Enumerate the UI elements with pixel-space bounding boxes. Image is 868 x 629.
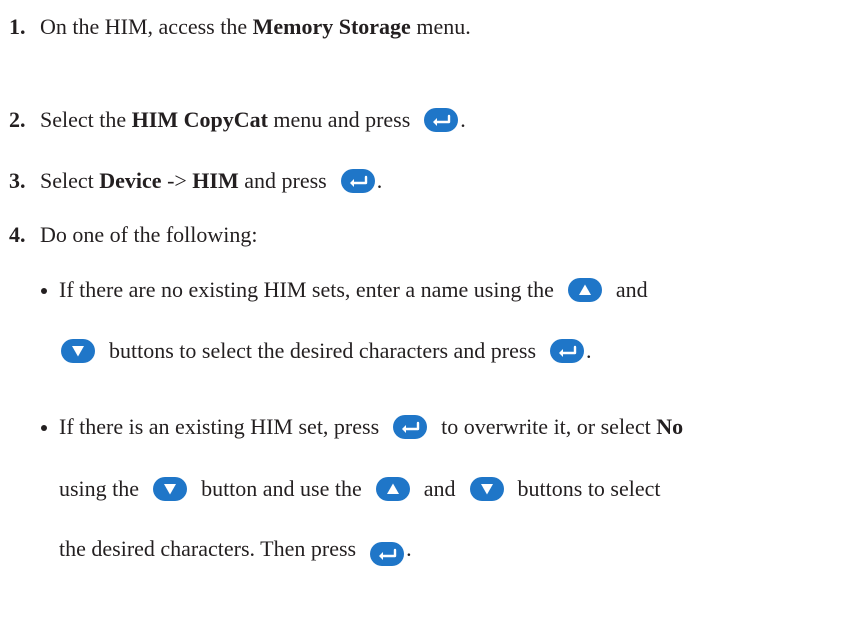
step-number: 2. xyxy=(9,107,26,132)
menu-name: HIM CopyCat xyxy=(131,107,268,132)
step-3: 3. Select Device -> HIM and press . xyxy=(9,166,382,196)
bullet-text: and xyxy=(423,476,456,501)
menu-name: Memory Storage xyxy=(252,14,411,39)
bullet-text: button and use the xyxy=(201,476,362,501)
bullet-2: If there is an existing HIM set, press t… xyxy=(41,412,683,442)
step-number: 4. xyxy=(9,222,26,247)
enter-arrow-icon xyxy=(340,169,375,193)
bullet-text: buttons to select xyxy=(517,476,661,501)
enter-arrow-icon xyxy=(393,415,428,439)
period: . xyxy=(460,107,466,132)
bullet-dot xyxy=(41,288,47,294)
step-number: 1. xyxy=(9,14,26,39)
step-4: 4. Do one of the following: xyxy=(9,220,258,250)
step-text: -> xyxy=(161,168,193,193)
bullet-text: and xyxy=(615,277,648,302)
bullet-dot xyxy=(41,425,47,431)
bullet-2-continued-2: the desired characters. Then press . xyxy=(59,534,412,566)
enter-arrow-icon xyxy=(424,108,459,132)
bullet-text: If there is an existing HIM set, press xyxy=(59,414,380,439)
bullet-2-continued: using the button and use the and buttons… xyxy=(59,474,661,504)
step-text: Do one of the following: xyxy=(40,222,258,247)
period: . xyxy=(376,168,383,193)
up-triangle-icon xyxy=(375,477,410,501)
down-triangle-icon xyxy=(469,477,504,501)
procedure-document: 1. On the HIM, access the Memory Storage… xyxy=(0,0,868,629)
step-text: menu and press xyxy=(267,107,411,132)
bullet-1-continued: buttons to select the desired characters… xyxy=(59,336,592,366)
bullet-text: buttons to select the desired characters… xyxy=(109,338,537,363)
enter-arrow-icon xyxy=(550,339,585,363)
step-text: On the HIM, access the xyxy=(40,14,253,39)
bullet-text: If there are no existing HIM sets, enter… xyxy=(59,277,554,302)
option-no: No xyxy=(656,414,684,439)
down-triangle-icon xyxy=(153,477,188,501)
up-triangle-icon xyxy=(567,278,602,302)
bullet-1: If there are no existing HIM sets, enter… xyxy=(41,275,648,305)
bullet-text: to overwrite it, or select xyxy=(441,414,657,439)
period: . xyxy=(406,536,412,561)
down-triangle-icon xyxy=(61,339,95,363)
step-text: and press xyxy=(238,168,327,193)
enter-arrow-icon xyxy=(370,542,405,566)
step-number: 3. xyxy=(9,168,26,193)
menu-name: HIM xyxy=(192,168,239,193)
bullet-text: using the xyxy=(59,476,140,501)
step-text: Select the xyxy=(40,107,132,132)
period: . xyxy=(586,338,592,363)
bullet-text: the desired characters. Then press xyxy=(59,536,357,561)
step-text: menu. xyxy=(410,14,471,39)
step-1: 1. On the HIM, access the Memory Storage… xyxy=(9,12,471,42)
step-text: Select xyxy=(40,168,100,193)
step-2: 2. Select the HIM CopyCat menu and press… xyxy=(9,105,466,135)
menu-name: Device xyxy=(99,168,162,193)
